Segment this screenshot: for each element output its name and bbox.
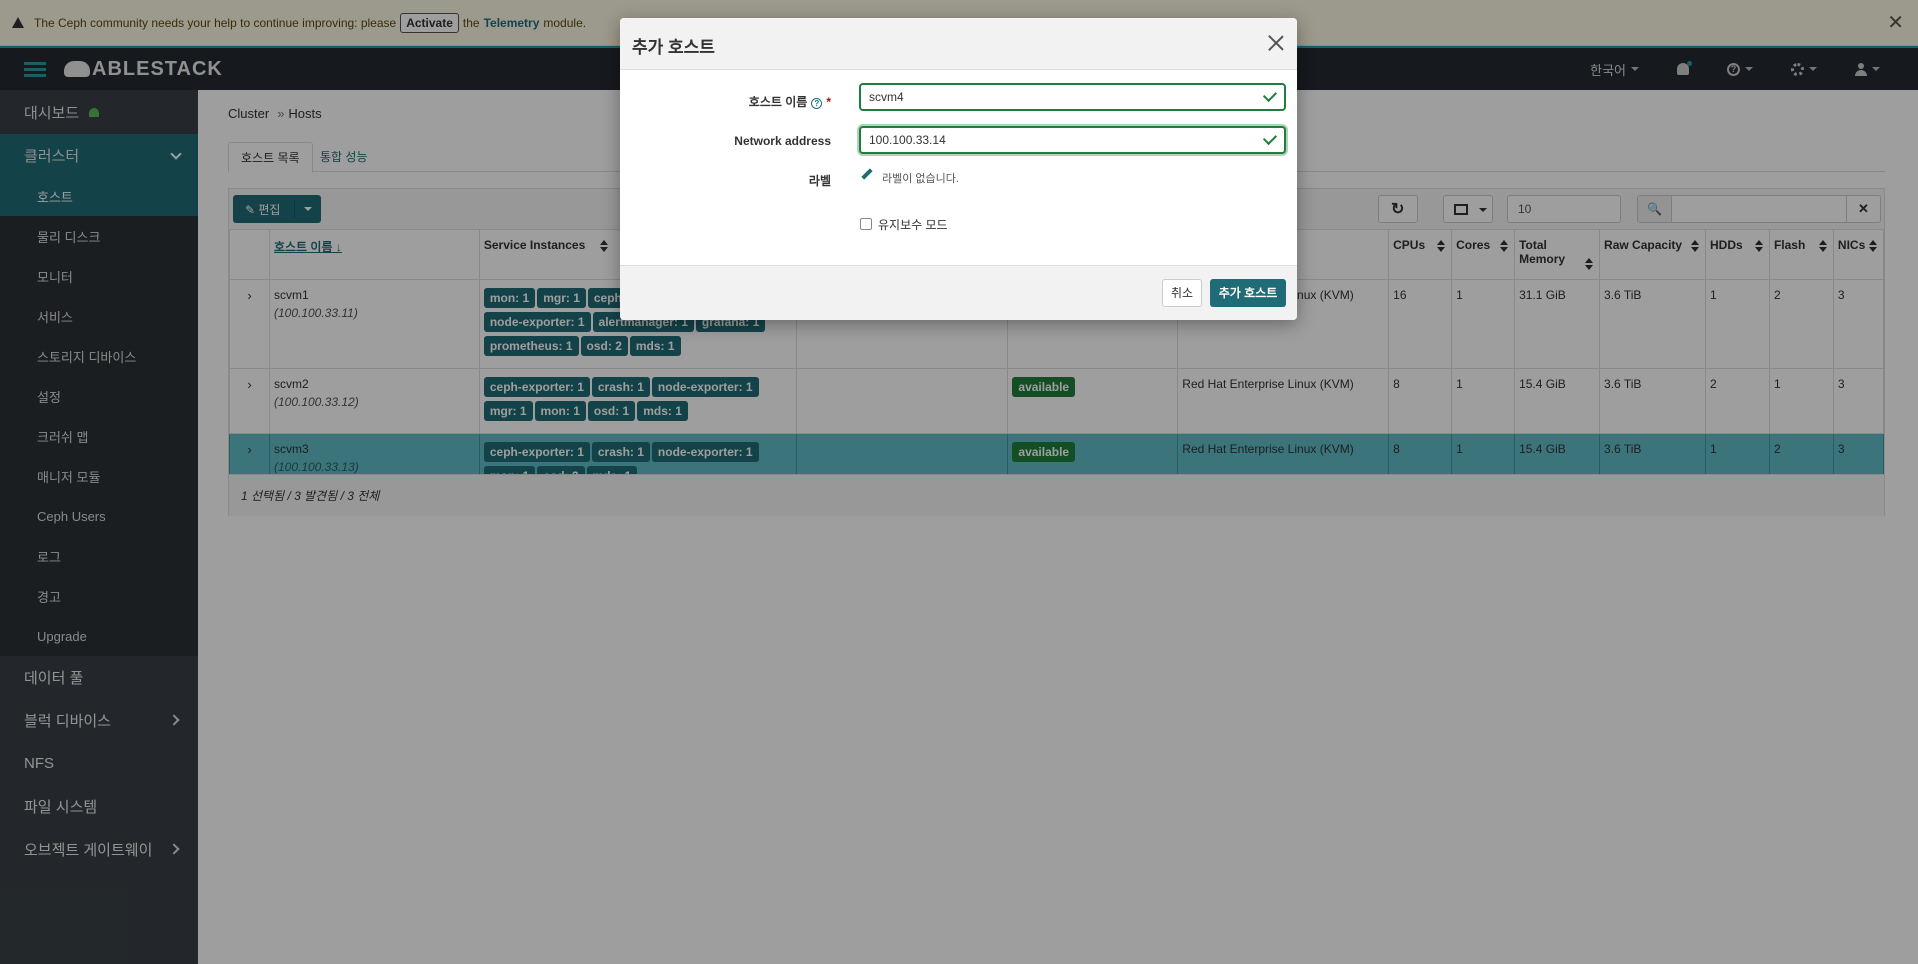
- hostname-field[interactable]: scvm4: [859, 83, 1286, 111]
- check-icon: [1262, 87, 1278, 103]
- modal-header: 추가 호스트: [620, 18, 1297, 70]
- modal-title: 추가 호스트: [632, 38, 715, 57]
- hostname-label: 호스트 이름? *: [748, 95, 831, 109]
- network-address-field[interactable]: 100.100.33.14: [859, 126, 1286, 154]
- maintenance-label[interactable]: 유지보수 모드: [878, 216, 948, 233]
- network-address-row: Network address 100.100.33.14: [620, 126, 1297, 156]
- no-labels-text: 라벨이 없습니다.: [882, 173, 959, 185]
- cancel-button[interactable]: 취소: [1162, 279, 1202, 307]
- hostname-row: 호스트 이름? * scvm4: [620, 83, 1297, 113]
- close-icon[interactable]: [1267, 34, 1285, 52]
- modal-footer: 취소 추가 호스트: [620, 265, 1297, 320]
- add-host-button[interactable]: 추가 호스트: [1210, 279, 1286, 307]
- network-address-label: Network address: [734, 134, 831, 148]
- help-icon[interactable]: ?: [811, 98, 823, 109]
- check-icon: [1262, 130, 1278, 146]
- maintenance-checkbox[interactable]: [860, 218, 872, 230]
- labels-row: 라벨 라벨이 없습니다.: [620, 168, 1297, 190]
- add-host-modal: 추가 호스트 호스트 이름? * scvm4 Network address 10…: [620, 18, 1297, 320]
- maintenance-row: 유지보수 모드: [620, 216, 1297, 236]
- pencil-icon[interactable]: [861, 168, 873, 180]
- labels-label: 라벨: [808, 174, 831, 188]
